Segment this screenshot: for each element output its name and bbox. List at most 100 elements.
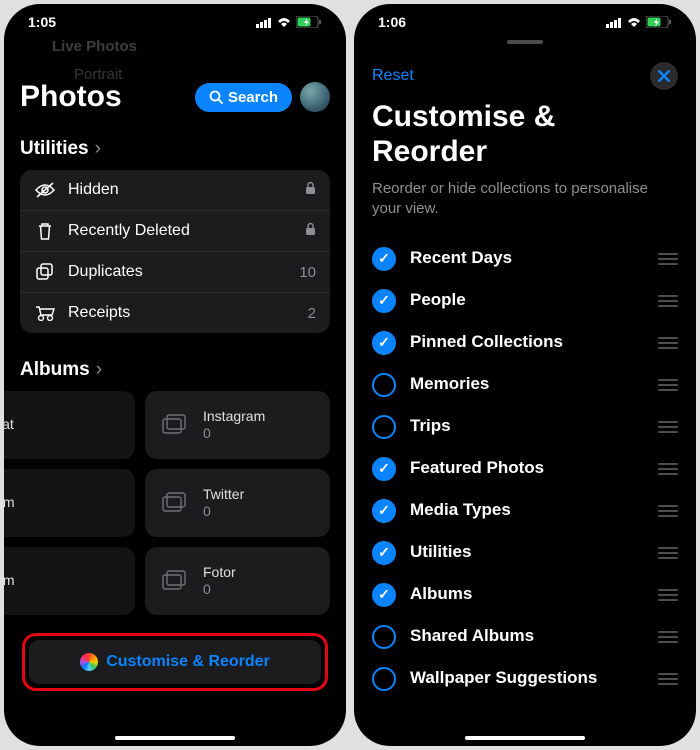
customise-reorder-highlight: Customise & Reorder	[22, 633, 328, 691]
visibility-toggle[interactable]	[372, 247, 396, 271]
album-card[interactable]: napchat	[4, 391, 135, 459]
lock-icon	[305, 222, 316, 240]
album-count: 0	[203, 581, 236, 599]
visibility-toggle[interactable]	[372, 583, 396, 607]
reorder-item[interactable]: People	[372, 280, 678, 322]
utility-label: Recently Deleted	[68, 222, 190, 240]
reorder-item[interactable]: Albums	[372, 574, 678, 616]
background-text-portrait: Portrait	[74, 66, 122, 83]
drag-handle-icon[interactable]	[658, 379, 678, 391]
visibility-toggle[interactable]	[372, 289, 396, 313]
visibility-toggle[interactable]	[372, 457, 396, 481]
visibility-toggle[interactable]	[372, 541, 396, 565]
album-card[interactable]: Fotor0	[145, 547, 330, 615]
reorder-list: Recent Days People Pinned Collections Memor…	[354, 238, 696, 700]
eye-slash-icon	[34, 182, 56, 198]
home-indicator[interactable]	[115, 736, 235, 740]
albums-label: Albums	[20, 359, 90, 381]
reorder-item[interactable]: Recent Days	[372, 238, 678, 280]
drag-handle-icon[interactable]	[658, 253, 678, 265]
drag-handle-icon[interactable]	[658, 337, 678, 349]
albums-grid: napchat Instagram0 stagram Twitter0 stag…	[4, 391, 330, 615]
duplicate-icon	[34, 263, 56, 281]
status-icons	[256, 16, 322, 28]
drag-handle-icon[interactable]	[658, 673, 678, 685]
visibility-toggle[interactable]	[372, 331, 396, 355]
wifi-icon	[276, 16, 292, 28]
utility-label: Duplicates	[68, 263, 143, 281]
close-icon	[658, 70, 670, 82]
reorder-item[interactable]: Utilities	[372, 532, 678, 574]
photos-stack-icon	[159, 489, 191, 517]
visibility-toggle[interactable]	[372, 625, 396, 649]
drag-handle-icon[interactable]	[658, 589, 678, 601]
background-text-live-photos: Live Photos	[52, 38, 137, 55]
profile-avatar[interactable]	[300, 82, 330, 112]
album-title: stagram	[4, 494, 15, 512]
lock-icon	[305, 181, 316, 199]
reorder-item-label: Recent Days	[410, 248, 644, 268]
rainbow-icon	[80, 653, 98, 671]
status-bar: 1:05	[4, 4, 346, 32]
drag-handle-icon[interactable]	[658, 547, 678, 559]
drag-handle-icon[interactable]	[658, 505, 678, 517]
reorder-item[interactable]: Media Types	[372, 490, 678, 532]
home-indicator[interactable]	[465, 736, 585, 740]
reset-button[interactable]: Reset	[372, 67, 414, 85]
album-card[interactable]: Instagram0	[145, 391, 330, 459]
cellular-icon	[606, 17, 622, 28]
visibility-toggle[interactable]	[372, 415, 396, 439]
reorder-item[interactable]: Wallpaper Suggestions	[372, 658, 678, 700]
visibility-toggle[interactable]	[372, 499, 396, 523]
chevron-right-icon: ›	[96, 359, 102, 381]
reorder-item-label: Memories	[410, 374, 644, 394]
reorder-item[interactable]: Pinned Collections	[372, 322, 678, 364]
search-label: Search	[228, 89, 278, 106]
album-title: Instagram	[203, 408, 265, 426]
drag-handle-icon[interactable]	[658, 463, 678, 475]
drag-handle-icon[interactable]	[658, 421, 678, 433]
close-button[interactable]	[650, 62, 678, 90]
reorder-item[interactable]: Shared Albums	[372, 616, 678, 658]
visibility-toggle[interactable]	[372, 373, 396, 397]
reorder-item-label: Albums	[410, 584, 644, 604]
reorder-item-label: Trips	[410, 416, 644, 436]
utilities-section-header[interactable]: Utilities ›	[20, 138, 330, 160]
reorder-item[interactable]: Trips	[372, 406, 678, 448]
search-icon	[209, 90, 223, 104]
album-title: napchat	[4, 416, 14, 434]
drag-handle-icon[interactable]	[658, 631, 678, 643]
reorder-item-label: Featured Photos	[410, 458, 644, 478]
reorder-item[interactable]: Featured Photos	[372, 448, 678, 490]
wifi-icon	[626, 16, 642, 28]
photos-app-screen: 1:05 Live Photos Portrait Photos Search …	[4, 4, 346, 746]
drag-handle-icon[interactable]	[658, 295, 678, 307]
album-count: 0	[203, 425, 265, 443]
reorder-item[interactable]: Memories	[372, 364, 678, 406]
clock: 1:06	[378, 14, 406, 30]
clock: 1:05	[28, 14, 56, 30]
albums-section-header[interactable]: Albums ›	[20, 359, 330, 381]
status-icons	[606, 16, 672, 28]
photos-stack-icon	[159, 567, 191, 595]
utilities-list: Hidden Recently Deleted Duplicates 10 Re…	[20, 170, 330, 333]
reorder-item-label: Media Types	[410, 500, 644, 520]
album-title: Twitter	[203, 486, 244, 504]
album-card[interactable]: stagram	[4, 547, 135, 615]
photos-stack-icon	[159, 411, 191, 439]
trash-icon	[34, 222, 56, 240]
album-card[interactable]: Twitter0	[145, 469, 330, 537]
utility-receipts[interactable]: Receipts 2	[20, 292, 330, 333]
utility-recently-deleted[interactable]: Recently Deleted	[20, 210, 330, 251]
search-button[interactable]: Search	[195, 83, 292, 112]
sheet-title: Customise & Reorder	[354, 100, 696, 169]
album-card[interactable]: stagram	[4, 469, 135, 537]
album-count: 0	[203, 503, 244, 521]
utility-duplicates[interactable]: Duplicates 10	[20, 251, 330, 292]
album-title: stagram	[4, 572, 15, 590]
customise-reorder-button[interactable]: Customise & Reorder	[29, 640, 321, 684]
reorder-item-label: People	[410, 290, 644, 310]
page-title: Photos	[20, 80, 122, 114]
utility-hidden[interactable]: Hidden	[20, 170, 330, 210]
visibility-toggle[interactable]	[372, 667, 396, 691]
